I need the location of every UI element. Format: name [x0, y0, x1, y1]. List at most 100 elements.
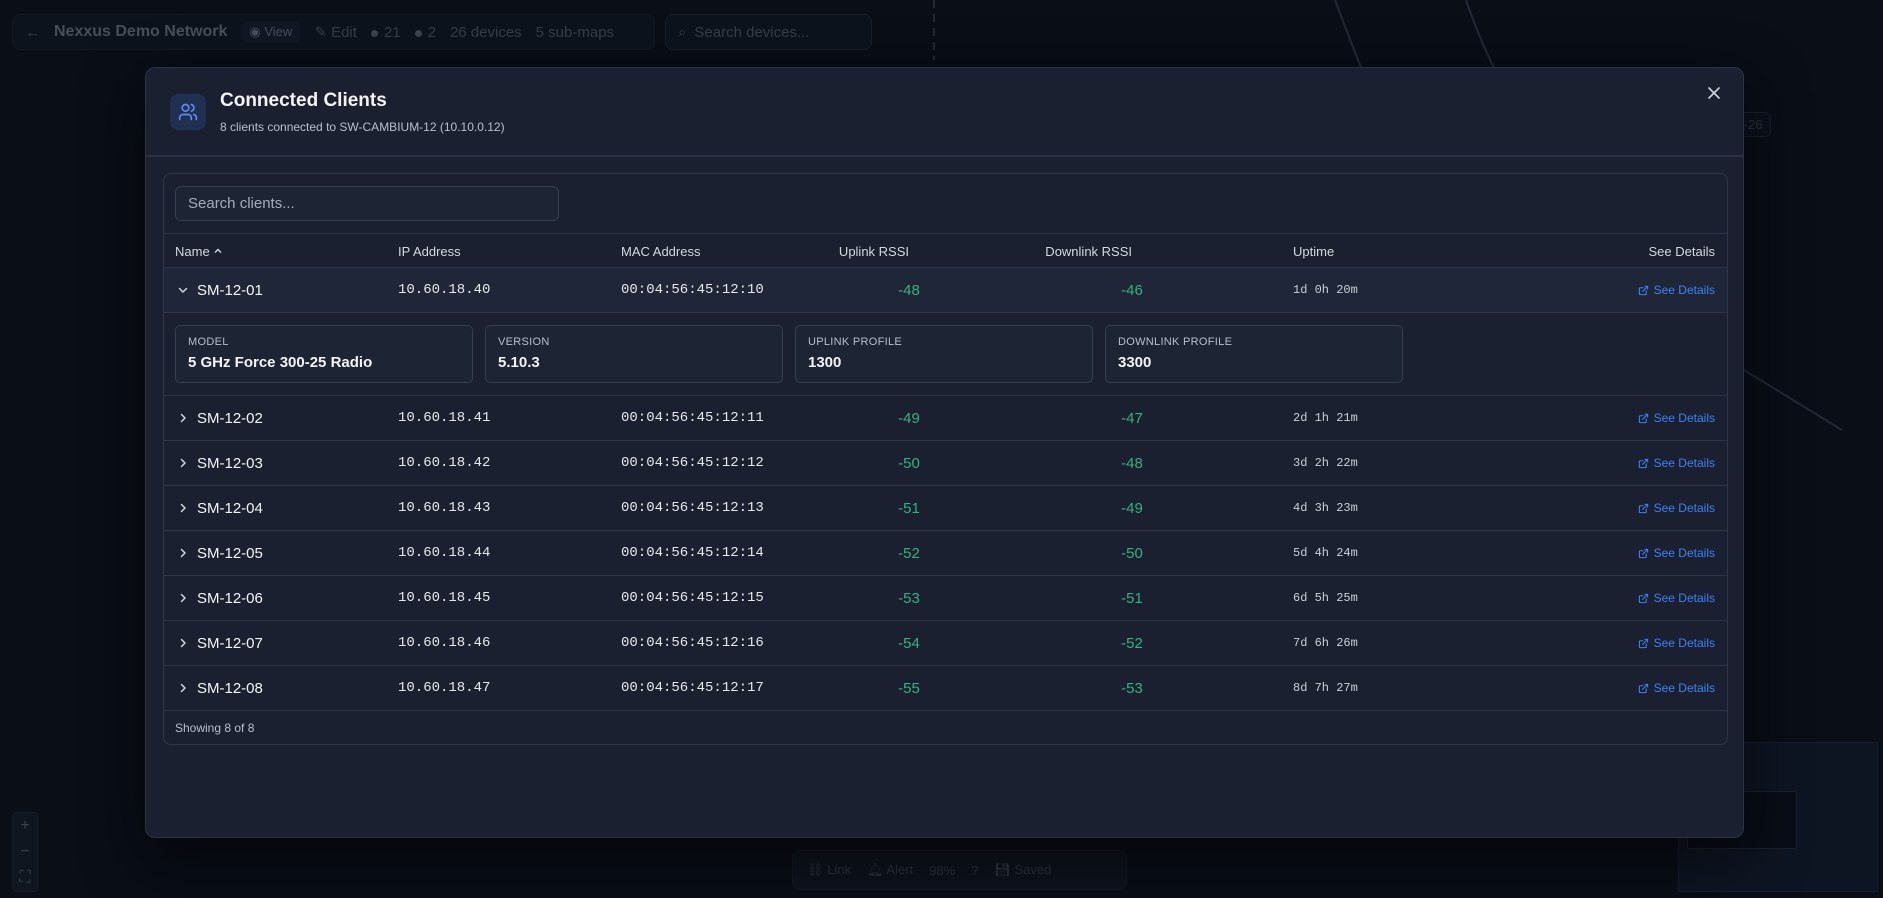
external-link-icon	[1638, 458, 1649, 469]
client-downlink-rssi: -47	[1121, 409, 1143, 427]
client-mac: 00:04:56:45:12:10	[621, 282, 764, 298]
see-details-label: See Details	[1653, 501, 1715, 515]
client-downlink-rssi: -50	[1121, 544, 1143, 562]
table-row[interactable]: SM-12-04 10.60.18.43 00:04:56:45:12:13 -51 -…	[164, 486, 1727, 531]
client-ip: 10.60.18.40	[398, 282, 491, 298]
version-detail-label: VERSION	[498, 336, 550, 348]
client-uptime: 3d 2h 22m	[1293, 456, 1358, 470]
downlink-profile-detail: DOWNLINK PROFILE 3300	[1105, 325, 1403, 383]
client-name-cell: SM-12-01	[175, 268, 263, 312]
external-link-icon	[1638, 548, 1649, 559]
column-header-mac: MAC Address	[621, 243, 701, 259]
close-icon[interactable]	[1703, 82, 1725, 104]
table-row[interactable]: SM-12-06 10.60.18.45 00:04:56:45:12:15 -53 -…	[164, 576, 1727, 621]
client-ip: 10.60.18.42	[398, 455, 491, 471]
table-row[interactable]: SM-12-02 10.60.18.41 00:04:56:45:12:11 -49 -…	[164, 396, 1727, 441]
chevron-right-icon[interactable]	[175, 545, 191, 561]
see-details-label: See Details	[1653, 411, 1715, 425]
downlink-profile-detail-label: DOWNLINK PROFILE	[1118, 336, 1233, 348]
downlink-profile-detail-value: 3300	[1118, 354, 1152, 371]
client-name: SM-12-06	[197, 589, 263, 607]
table-row[interactable]: SM-12-05 10.60.18.44 00:04:56:45:12:14 -52 -…	[164, 531, 1727, 576]
client-mac: 00:04:56:45:12:14	[621, 545, 764, 561]
client-mac: 00:04:56:45:12:16	[621, 635, 764, 651]
client-uplink-rssi: -52	[898, 544, 920, 562]
see-details-label: See Details	[1653, 546, 1715, 560]
column-downlink-label: Downlink RSSI	[1045, 243, 1133, 259]
modal-title: Connected Clients	[220, 89, 387, 111]
see-details-link[interactable]: See Details	[1638, 456, 1715, 470]
client-downlink-rssi: -53	[1121, 679, 1143, 697]
table-row[interactable]: SM-12-03 10.60.18.42 00:04:56:45:12:12 -50 -…	[164, 441, 1727, 486]
client-downlink-rssi: -51	[1121, 589, 1143, 607]
column-name-label: Name	[175, 243, 210, 259]
see-details-link[interactable]: See Details	[1638, 681, 1715, 695]
sort-asc-icon	[214, 248, 222, 253]
see-details-cell: See Details	[1638, 531, 1715, 575]
client-name: SM-12-07	[197, 634, 263, 652]
external-link-icon	[1638, 593, 1649, 604]
see-details-link[interactable]: See Details	[1638, 283, 1715, 297]
expanded-details-panel: MODEL 5 GHz Force 300-25 Radio VERSION 5.10…	[164, 313, 1727, 396]
client-mac: 00:04:56:45:12:11	[621, 410, 764, 426]
client-ip: 10.60.18.43	[398, 500, 491, 516]
column-header-name[interactable]: Name	[175, 234, 223, 268]
client-name-cell: SM-12-05	[175, 531, 263, 575]
client-ip: 10.60.18.44	[398, 545, 491, 561]
client-uptime: 4d 3h 23m	[1293, 501, 1358, 515]
chevron-down-icon[interactable]	[175, 282, 191, 298]
model-detail: MODEL 5 GHz Force 300-25 Radio	[175, 325, 473, 383]
external-link-icon	[1638, 638, 1649, 649]
chevron-right-icon[interactable]	[175, 590, 191, 606]
table-row[interactable]: SM-12-07 10.60.18.46 00:04:56:45:12:16 -54 -…	[164, 621, 1727, 666]
table-row[interactable]: SM-12-08 10.60.18.47 00:04:56:45:12:17 -55 -…	[164, 666, 1727, 711]
see-details-cell: See Details	[1638, 441, 1715, 485]
client-uptime: 7d 6h 26m	[1293, 636, 1358, 650]
see-details-link[interactable]: See Details	[1638, 546, 1715, 560]
client-mac: 00:04:56:45:12:12	[621, 455, 764, 471]
client-uplink-rssi: -53	[898, 589, 920, 607]
see-details-cell: See Details	[1638, 621, 1715, 665]
see-details-label: See Details	[1653, 636, 1715, 650]
client-uplink-rssi: -54	[898, 634, 920, 652]
client-mac: 00:04:56:45:12:13	[621, 500, 764, 516]
chevron-right-icon[interactable]	[175, 680, 191, 696]
external-link-icon	[1638, 285, 1649, 296]
see-details-link[interactable]: See Details	[1638, 636, 1715, 650]
version-detail-value: 5.10.3	[498, 354, 540, 371]
client-uplink-rssi: -48	[898, 281, 920, 299]
client-name: SM-12-01	[197, 281, 263, 299]
client-downlink-rssi: -52	[1121, 634, 1143, 652]
see-details-cell: See Details	[1638, 666, 1715, 710]
see-details-link[interactable]: See Details	[1638, 591, 1715, 605]
chevron-right-icon[interactable]	[175, 455, 191, 471]
client-name: SM-12-03	[197, 454, 263, 472]
client-downlink-rssi: -48	[1121, 454, 1143, 472]
client-name: SM-12-02	[197, 409, 263, 427]
external-link-icon	[1638, 503, 1649, 514]
client-ip: 10.60.18.47	[398, 680, 491, 696]
see-details-link[interactable]: See Details	[1638, 411, 1715, 425]
table-footer: Showing 8 of 8	[175, 720, 255, 735]
see-details-link[interactable]: See Details	[1638, 501, 1715, 515]
see-details-label: See Details	[1653, 591, 1715, 605]
clients-table-card: Name IP Address MAC Address Uplink RSSI …	[163, 173, 1728, 745]
see-details-cell: See Details	[1638, 268, 1715, 312]
see-details-label: See Details	[1653, 681, 1715, 695]
see-details-cell: See Details	[1638, 486, 1715, 530]
client-name-cell: SM-12-04	[175, 486, 263, 530]
client-uplink-rssi: -55	[898, 679, 920, 697]
client-ip: 10.60.18.46	[398, 635, 491, 651]
client-mac: 00:04:56:45:12:15	[621, 590, 764, 606]
chevron-right-icon[interactable]	[175, 500, 191, 516]
table-row[interactable]: SM-12-01 10.60.18.40 00:04:56:45:12:10 -48 -…	[164, 268, 1727, 313]
see-details-label: See Details	[1653, 456, 1715, 470]
chevron-right-icon[interactable]	[175, 410, 191, 426]
column-uplink-label: Uplink RSSI	[838, 243, 910, 259]
client-ip: 10.60.18.45	[398, 590, 491, 606]
chevron-right-icon[interactable]	[175, 635, 191, 651]
client-search-input[interactable]	[175, 186, 559, 221]
client-mac: 00:04:56:45:12:17	[621, 680, 764, 696]
client-uplink-rssi: -49	[898, 409, 920, 427]
client-ip: 10.60.18.41	[398, 410, 491, 426]
